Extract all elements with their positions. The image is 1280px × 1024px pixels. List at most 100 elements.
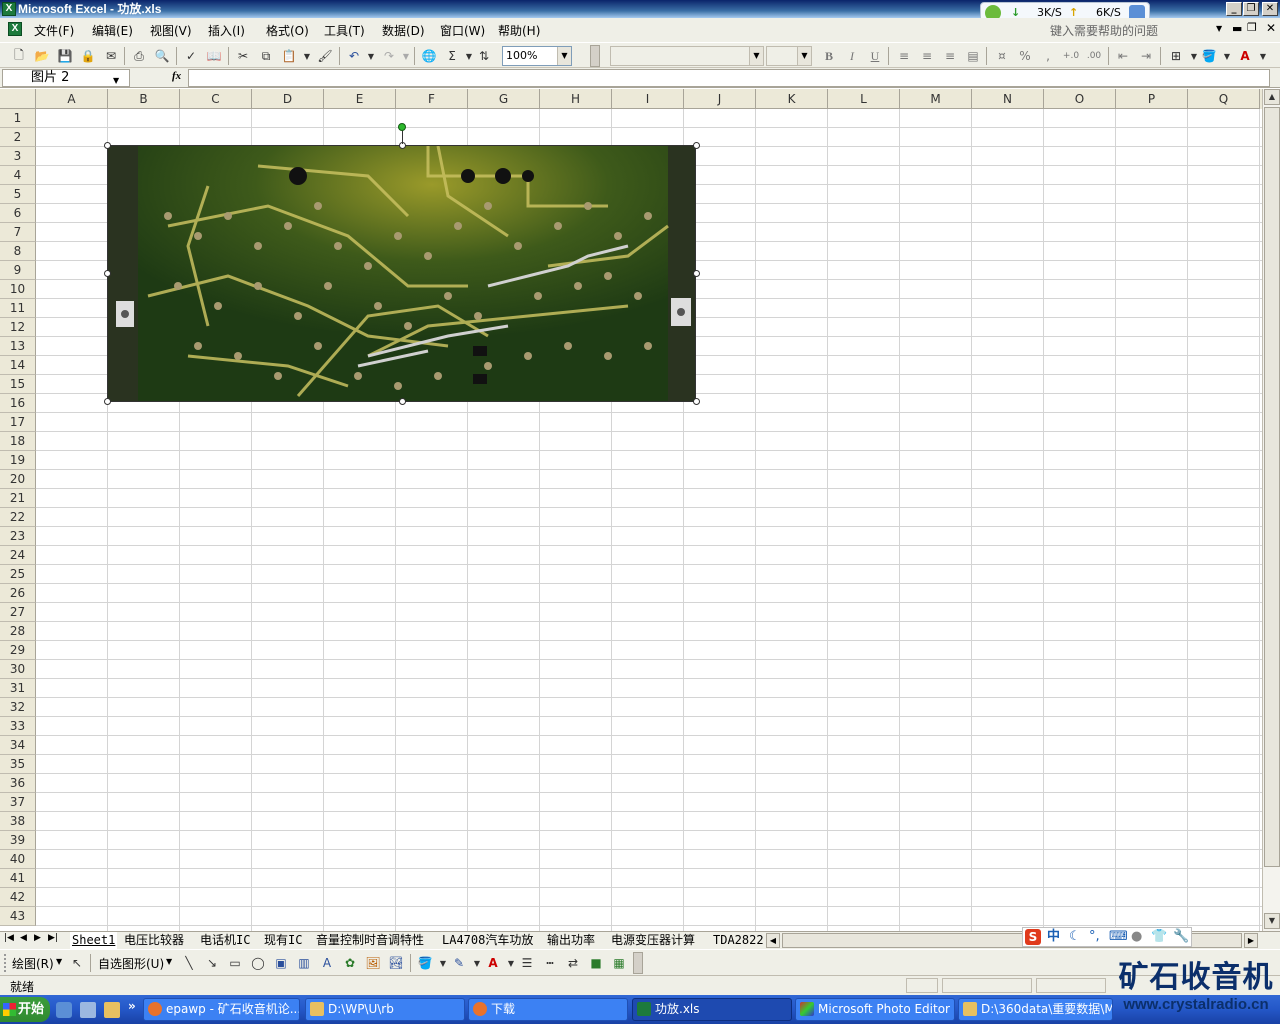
font-color-draw-icon[interactable]: A <box>484 954 502 972</box>
column-header[interactable]: N <box>972 89 1044 109</box>
menu-insert[interactable]: 插入(I) <box>208 22 245 39</box>
moon-icon[interactable]: ☾ <box>1069 928 1081 946</box>
resize-handle-e[interactable] <box>693 270 700 277</box>
row-header[interactable]: 36 <box>0 774 36 793</box>
row-header[interactable]: 3 <box>0 147 36 166</box>
textbox-icon[interactable]: ▣ <box>272 954 290 972</box>
task-button-downloads[interactable]: 下载 <box>468 998 628 1021</box>
row-header[interactable]: 40 <box>0 850 36 869</box>
rotate-handle[interactable] <box>398 123 406 131</box>
font-color-dropdown-icon[interactable]: ▼ <box>1254 47 1272 65</box>
row-header[interactable]: 26 <box>0 584 36 603</box>
wrench-icon[interactable]: 🔧 <box>1173 928 1189 946</box>
resize-handle-sw[interactable] <box>104 398 111 405</box>
row-header[interactable]: 39 <box>0 831 36 850</box>
sheet-tab-transformer[interactable]: 电源变压器计算 <box>611 932 695 949</box>
menu-format[interactable]: 格式(O) <box>266 22 309 39</box>
diagram-icon[interactable]: ✿ <box>341 954 359 972</box>
row-header[interactable]: 43 <box>0 907 36 926</box>
name-box-dropdown-icon[interactable]: ▼ <box>113 73 119 89</box>
row-header[interactable]: 2 <box>0 128 36 147</box>
row-header[interactable]: 8 <box>0 242 36 261</box>
fx-icon[interactable]: fx <box>172 70 181 82</box>
arrow-icon[interactable]: ↘ <box>203 954 221 972</box>
row-header[interactable]: 15 <box>0 375 36 394</box>
row-header[interactable]: 6 <box>0 204 36 223</box>
arrow-style-icon[interactable]: ⇄ <box>564 954 582 972</box>
draw-dropdown-icon[interactable]: ▼ <box>56 957 62 966</box>
help-dropdown-icon[interactable]: ▼ <box>1216 24 1222 33</box>
row-header[interactable]: 17 <box>0 413 36 432</box>
row-header[interactable]: 19 <box>0 451 36 470</box>
hyperlink-icon[interactable]: 🌐 <box>420 47 438 65</box>
underline-icon[interactable]: U <box>866 47 884 65</box>
wordart-icon[interactable]: A <box>318 954 336 972</box>
zoom-dropdown-icon[interactable]: ▼ <box>557 47 571 65</box>
resize-handle-nw[interactable] <box>104 142 111 149</box>
comma-icon[interactable]: , <box>1039 47 1057 65</box>
cut-icon[interactable]: ✂ <box>234 47 252 65</box>
sheet-tab-la4708[interactable]: LA4708汽车功放 <box>442 932 533 949</box>
doc-restore-button[interactable]: ❐ <box>1247 21 1257 34</box>
row-header[interactable]: 27 <box>0 603 36 622</box>
start-button[interactable]: 开始 <box>0 997 50 1022</box>
column-header[interactable]: P <box>1116 89 1188 109</box>
column-header[interactable]: B <box>108 89 180 109</box>
merge-center-icon[interactable]: ▤ <box>964 47 982 65</box>
sheet-tab-volume-tone[interactable]: 音量控制时音调特性 <box>316 932 424 949</box>
new-icon[interactable]: 🗋 <box>10 47 28 65</box>
menu-tools[interactable]: 工具(T) <box>324 22 365 39</box>
column-header[interactable]: H <box>540 89 612 109</box>
3d-icon[interactable]: ▦ <box>610 954 628 972</box>
first-sheet-icon[interactable]: |◀ <box>4 933 14 943</box>
column-header[interactable]: Q <box>1188 89 1260 109</box>
print-icon[interactable]: ⎙ <box>130 47 148 65</box>
skin-icon[interactable]: 👕 <box>1151 928 1167 946</box>
task-button-excel[interactable]: 功放.xls <box>632 998 792 1021</box>
font-color-icon[interactable]: A <box>1236 47 1254 65</box>
formula-input[interactable] <box>188 69 1270 87</box>
insert-picture-icon[interactable]: 🏞 <box>387 954 405 972</box>
row-header[interactable]: 35 <box>0 755 36 774</box>
more-quicklaunch-icon[interactable]: » <box>128 999 136 1013</box>
undo-icon[interactable]: ↶ <box>345 47 363 65</box>
row-header[interactable]: 4 <box>0 166 36 185</box>
shadow-icon[interactable]: ■ <box>587 954 605 972</box>
sheet-tab-phone-ic[interactable]: 电话机IC <box>200 932 250 949</box>
punct-icon[interactable]: °, <box>1089 928 1100 946</box>
font-name-dropdown-icon[interactable]: ▼ <box>749 47 763 65</box>
sheet-tab-voltage-comparator[interactable]: 电压比较器 <box>124 932 184 949</box>
sogou-icon[interactable]: S <box>1025 929 1041 945</box>
sheet-tab-tda2822[interactable]: TDA2822 <box>713 932 765 949</box>
vertical-textbox-icon[interactable]: ▥ <box>295 954 313 972</box>
desktop-quicklaunch-icon[interactable] <box>80 1002 96 1018</box>
line-icon[interactable]: ╲ <box>180 954 198 972</box>
sheet-tab-existing-ic[interactable]: 现有IC <box>264 932 302 949</box>
hscroll-right-icon[interactable]: ▶ <box>1244 933 1258 948</box>
task-button-wp-folder[interactable]: D:\WP\U\rb <box>305 998 465 1021</box>
column-header[interactable]: C <box>180 89 252 109</box>
hscroll-left-icon[interactable]: ◀ <box>766 933 780 948</box>
row-header[interactable]: 29 <box>0 641 36 660</box>
next-sheet-icon[interactable]: ▶ <box>34 933 41 943</box>
permission-icon[interactable]: 🔒 <box>79 47 97 65</box>
column-header[interactable]: J <box>684 89 756 109</box>
row-header[interactable]: 33 <box>0 717 36 736</box>
percent-icon[interactable]: % <box>1016 47 1034 65</box>
redo-icon[interactable]: ↷ <box>380 47 398 65</box>
print-preview-icon[interactable]: 🔍 <box>153 47 171 65</box>
italic-icon[interactable]: I <box>843 47 861 65</box>
menu-view[interactable]: 视图(V) <box>150 22 192 39</box>
paste-icon[interactable]: 📋 <box>280 47 298 65</box>
column-header[interactable]: F <box>396 89 468 109</box>
spelling-icon[interactable]: ✓ <box>182 47 200 65</box>
undo-dropdown-icon[interactable]: ▼ <box>362 47 380 65</box>
autosum-icon[interactable]: Σ <box>443 47 461 65</box>
column-header[interactable]: G <box>468 89 540 109</box>
oval-icon[interactable]: ◯ <box>249 954 267 972</box>
row-header[interactable]: 38 <box>0 812 36 831</box>
toolbar-options-icon[interactable] <box>590 45 600 67</box>
column-header[interactable]: D <box>252 89 324 109</box>
bold-icon[interactable]: B <box>820 47 838 65</box>
row-header[interactable]: 18 <box>0 432 36 451</box>
